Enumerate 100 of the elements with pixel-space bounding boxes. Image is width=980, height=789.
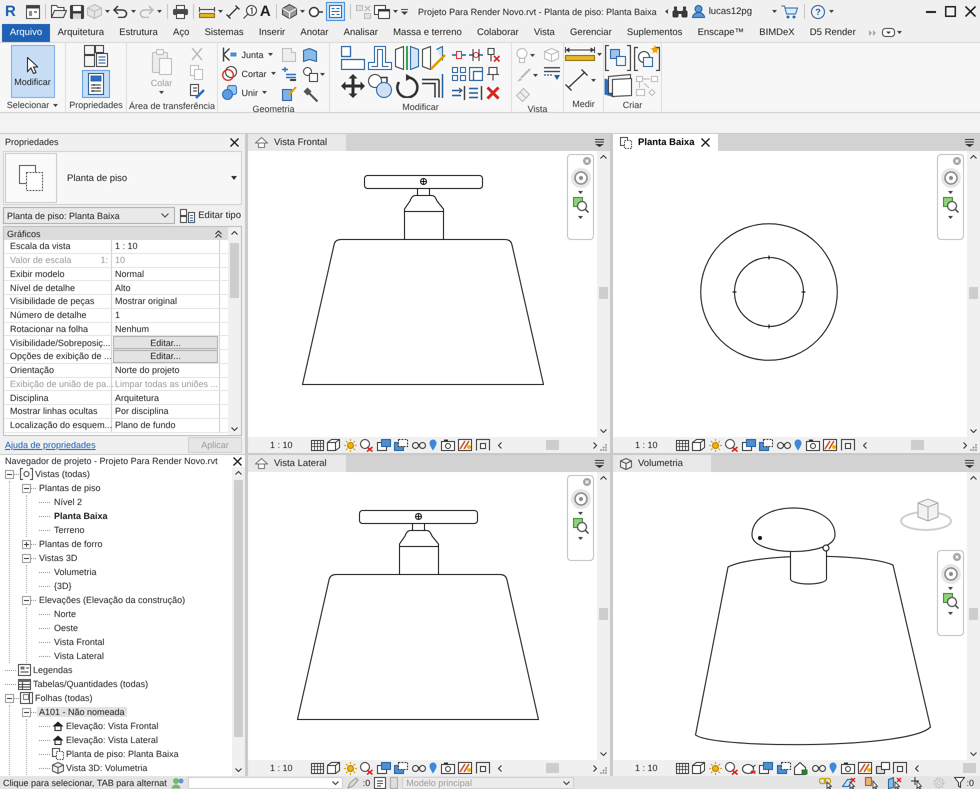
paint-icon[interactable] [282,86,296,101]
view-dropdown[interactable]: Planta de piso: Planta Baixa [3,207,175,224]
split-face-icon[interactable] [302,48,316,62]
chevron-up-icon[interactable] [970,155,977,159]
circle-cross-icon[interactable] [360,438,374,452]
user-icon[interactable] [692,5,705,18]
pattern-icon[interactable] [823,439,838,451]
property-value[interactable]: Normal [112,268,220,280]
ribbon-large-button[interactable]: Modificar [10,45,54,98]
brush-icon[interactable] [190,84,204,99]
chevron-down-icon[interactable] [600,429,607,433]
thin-lines-icon[interactable] [326,2,345,21]
circle-cross-icon[interactable] [725,438,738,452]
app-logo[interactable]: R [5,4,16,19]
minus-box-icon[interactable] [22,554,31,562]
circle-cross-icon[interactable] [725,762,738,774]
ribbon-tab[interactable]: Enscape™ [690,24,752,42]
chevron-up-icon[interactable] [600,476,607,480]
type-selector[interactable]: Planta de piso [3,151,242,205]
crosshair-cursor-icon[interactable] [911,776,924,788]
list-menu-icon[interactable] [965,138,974,146]
caret-icon[interactable] [578,191,583,194]
scroll-thumb[interactable] [546,763,559,773]
chevron-down-icon[interactable] [600,752,607,756]
delete-icon[interactable] [486,86,500,100]
panel-menu-button[interactable]: Selecionar [6,98,58,113]
caret-icon[interactable] [530,54,534,57]
chevron-up-icon[interactable] [600,155,607,159]
tree-item[interactable]: Vistas 3D [37,553,80,563]
cube-outline-icon[interactable] [327,439,340,451]
array-icon[interactable] [452,67,466,81]
pattern-icon[interactable] [858,762,872,774]
chevron-right-icon[interactable] [963,442,967,448]
caret-icon[interactable] [772,10,777,13]
crop-icon[interactable] [759,762,774,774]
scroll-thumb[interactable] [963,763,976,773]
crop-region-icon[interactable] [394,439,408,451]
parts-icon[interactable] [604,74,632,98]
tree-item[interactable]: Tabelas/Quantidades (todas) [31,679,150,689]
tag-icon[interactable] [242,4,257,18]
caret-icon[interactable] [948,191,953,194]
printer-icon[interactable] [172,4,188,18]
linework-icon[interactable] [544,67,560,81]
caret-icon[interactable] [597,52,602,56]
view-tab[interactable]: Vista Frontal [248,134,346,151]
scale-button[interactable]: 1 : 10 [635,763,658,773]
ribbon-split-button[interactable]: Unir [222,85,267,100]
tree-item[interactable]: Vista 3D: Volumetria [64,763,150,773]
property-value[interactable]: 1 : 10 [112,240,220,253]
tree-item[interactable]: Norte [52,609,78,619]
scrollbar[interactable] [228,227,241,435]
aligned-dimension-icon[interactable] [565,69,589,91]
close-icon[interactable] [965,6,976,17]
close-icon[interactable] [700,138,710,147]
caret-icon[interactable] [400,8,408,14]
ribbon-tab[interactable]: Analisar [336,24,386,42]
pattern-icon[interactable] [458,439,472,451]
extend-icon[interactable] [452,86,466,100]
chevron-down-icon[interactable] [970,429,977,433]
caret-icon[interactable] [948,216,953,219]
trim-icon[interactable] [422,74,446,98]
file-tab[interactable]: Arquivo [2,24,50,42]
tree-item[interactable]: Elevação: Vista Frontal [64,721,160,731]
save-icon[interactable] [70,4,84,18]
close-icon[interactable] [230,138,239,146]
ribbon-tab[interactable]: D5 Render [802,24,864,42]
crop-region-icon[interactable] [776,762,791,774]
cube-icon[interactable] [282,4,297,19]
caret-icon[interactable] [897,31,902,34]
crop-icon[interactable] [742,439,756,451]
properties-icon[interactable] [82,70,110,98]
scrollbar[interactable] [597,151,610,437]
tree-item[interactable]: Terreno [52,525,87,535]
property-value[interactable]: Norte do projeto [112,364,220,376]
zoom-icon[interactable] [572,518,588,534]
help-button[interactable]: ? [811,4,825,18]
crop-region-icon[interactable] [759,439,774,451]
scroll-thumb[interactable] [599,287,608,299]
type-properties-icon[interactable] [83,44,109,68]
ribbon-tab[interactable]: Vista [526,24,562,42]
chevron-left-icon[interactable] [915,764,920,772]
chevron-down-icon[interactable] [970,752,977,756]
bracket-icon[interactable] [893,762,908,774]
tree-item[interactable]: Folhas (todas) [33,693,95,703]
pattern-icon[interactable] [458,762,472,774]
house-badge-icon[interactable] [794,762,808,774]
crop-icon[interactable] [376,439,391,451]
text-tool-button[interactable]: A [260,4,271,19]
location-pin-icon[interactable] [429,762,438,774]
grid-icon[interactable] [676,762,689,774]
caret-icon[interactable] [218,10,223,13]
list-menu-icon[interactable] [965,460,974,468]
panel-toggle-icon[interactable] [882,28,896,37]
panel-cursor-icon[interactable] [888,776,902,788]
scale-button[interactable]: 1 : 10 [270,763,293,773]
glasses-icon[interactable] [776,441,791,449]
bracket-icon[interactable] [476,439,490,451]
zoom-icon[interactable] [572,197,588,213]
caret-icon[interactable] [948,587,953,590]
caret-icon[interactable] [664,9,668,14]
